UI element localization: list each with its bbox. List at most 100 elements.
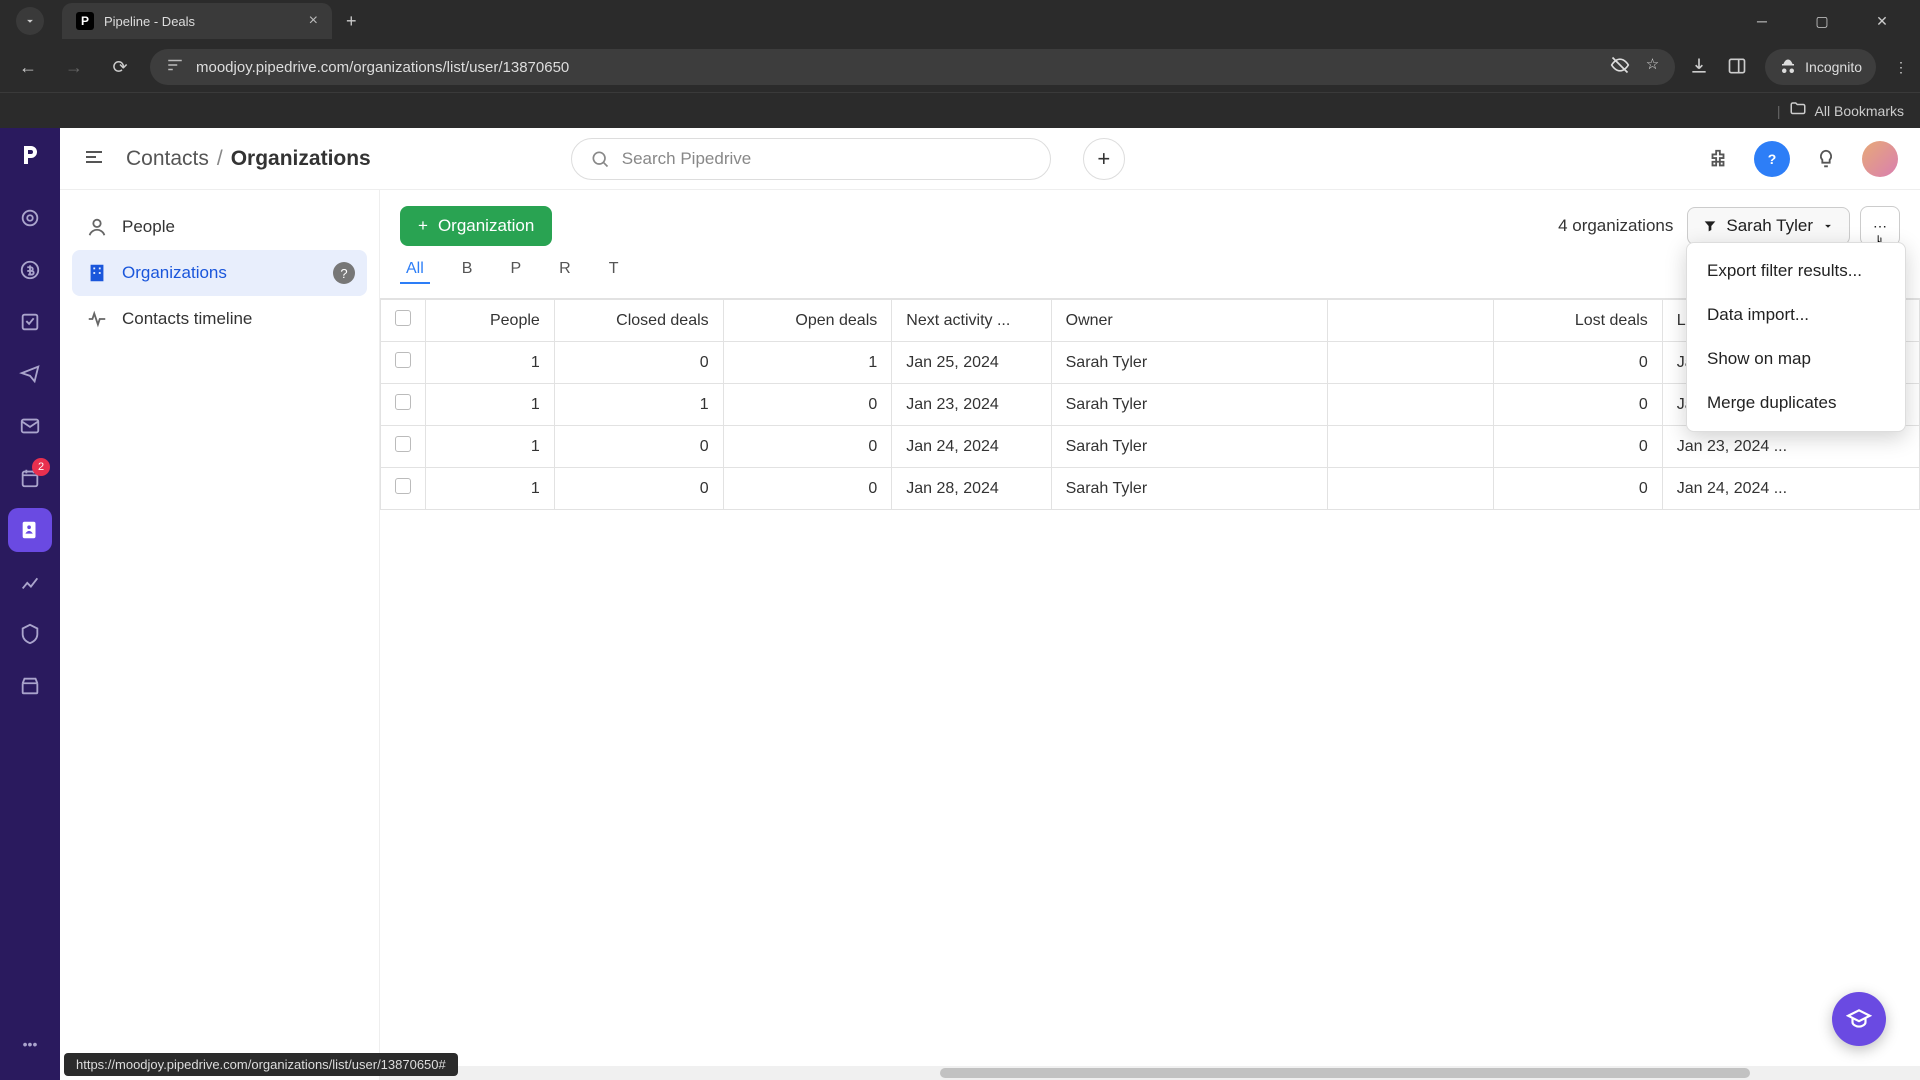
cell-closed: 0	[554, 468, 723, 510]
all-bookmarks-link[interactable]: All Bookmarks	[1815, 103, 1904, 119]
app-root: 2 ••• Contacts / Organizations Search Pi…	[0, 128, 1920, 1080]
browser-tab[interactable]: P Pipeline - Deals ×	[62, 3, 332, 39]
folder-icon	[1789, 100, 1807, 121]
rail-deals[interactable]	[8, 248, 52, 292]
col-owner[interactable]: Owner	[1051, 300, 1327, 342]
browser-reload-button[interactable]: ⟳	[104, 57, 136, 78]
tab-search-button[interactable]	[16, 7, 44, 35]
sidebar-item-label: Contacts timeline	[122, 309, 252, 329]
sidebar-item-timeline[interactable]: Contacts timeline	[72, 296, 367, 342]
letter-tab-t[interactable]: T	[603, 256, 625, 284]
search-icon	[590, 149, 610, 169]
menu-show-on-map[interactable]: Show on map	[1687, 337, 1905, 381]
main-area: Contacts / Organizations Search Pipedriv…	[60, 128, 1920, 1080]
site-settings-icon[interactable]	[166, 56, 184, 78]
scrollbar-thumb[interactable]	[940, 1068, 1750, 1078]
incognito-icon	[1779, 58, 1797, 76]
cell-owner: Sarah Tyler	[1051, 468, 1327, 510]
tab-close-button[interactable]: ×	[309, 12, 318, 30]
col-closed-deals[interactable]: Closed deals	[554, 300, 723, 342]
table-row[interactable]: 1 0 0 Jan 28, 2024 Sarah Tyler 0 Jan 24,…	[381, 468, 1920, 510]
add-organization-button[interactable]: + Organization	[400, 206, 552, 246]
filter-dropdown[interactable]: Sarah Tyler	[1687, 207, 1850, 245]
rail-leads[interactable]	[8, 196, 52, 240]
rail-activities[interactable]: 2	[8, 456, 52, 500]
help-button[interactable]: ?	[1754, 141, 1790, 177]
menu-data-import[interactable]: Data import...	[1687, 293, 1905, 337]
content-row: People Organizations ? Contacts timeline…	[60, 190, 1920, 1080]
window-minimize-button[interactable]: ─	[1744, 13, 1780, 30]
rail-more[interactable]: •••	[8, 1022, 52, 1066]
extensions-icon[interactable]	[1700, 141, 1736, 177]
pipedrive-logo[interactable]	[15, 140, 45, 170]
rail-products[interactable]	[8, 612, 52, 656]
tips-icon[interactable]	[1808, 141, 1844, 177]
browser-menu-button[interactable]: ⋮	[1894, 59, 1908, 76]
cell-open: 1	[723, 342, 892, 384]
window-close-button[interactable]: ✕	[1864, 13, 1900, 30]
letter-tab-all[interactable]: All	[400, 256, 430, 284]
browser-back-button[interactable]: ←	[12, 57, 44, 78]
incognito-indicator[interactable]: Incognito	[1765, 49, 1876, 85]
sidebar-item-organizations[interactable]: Organizations ?	[72, 250, 367, 296]
browser-chrome: P Pipeline - Deals × + ─ ▢ ✕ ← → ⟳ moodj…	[0, 0, 1920, 128]
window-maximize-button[interactable]: ▢	[1804, 13, 1840, 30]
col-open-deals[interactable]: Open deals	[723, 300, 892, 342]
cell-open: 0	[723, 426, 892, 468]
cell-next: Jan 28, 2024	[892, 468, 1051, 510]
rail-insights[interactable]	[8, 560, 52, 604]
cell-owner: Sarah Tyler	[1051, 384, 1327, 426]
search-input[interactable]: Search Pipedrive	[571, 138, 1051, 180]
cell-lost: 0	[1494, 426, 1662, 468]
horizontal-scrollbar[interactable]	[380, 1066, 1920, 1080]
col-lost-deals[interactable]: Lost deals	[1494, 300, 1662, 342]
table-row[interactable]: 1 0 0 Jan 24, 2024 Sarah Tyler 0 Jan 23,…	[381, 426, 1920, 468]
row-checkbox[interactable]	[381, 426, 426, 468]
letter-tab-p[interactable]: P	[504, 256, 527, 284]
cell-closed: 0	[554, 342, 723, 384]
row-checkbox[interactable]	[381, 468, 426, 510]
rail-campaigns[interactable]	[8, 352, 52, 396]
col-next-activity[interactable]: Next activity ...	[892, 300, 1051, 342]
browser-forward-button[interactable]: →	[58, 57, 90, 78]
row-checkbox[interactable]	[381, 342, 426, 384]
help-tooltip-icon[interactable]: ?	[333, 262, 355, 284]
rail-marketplace[interactable]	[8, 664, 52, 708]
eye-off-icon[interactable]	[1610, 55, 1630, 79]
col-blank[interactable]	[1327, 300, 1494, 342]
sidebar-toggle[interactable]	[82, 145, 106, 172]
rail-contacts[interactable]	[8, 508, 52, 552]
col-people[interactable]: People	[426, 300, 555, 342]
cell-next: Jan 23, 2024	[892, 384, 1051, 426]
incognito-label: Incognito	[1805, 59, 1862, 75]
person-icon	[86, 216, 108, 238]
chevron-down-icon	[23, 14, 37, 28]
menu-export-filter[interactable]: Export filter results...	[1687, 249, 1905, 293]
menu-merge-duplicates[interactable]: Merge duplicates	[1687, 381, 1905, 425]
record-count: 4 organizations	[1558, 216, 1673, 236]
plus-icon: +	[418, 216, 428, 236]
sidebar-item-label: Organizations	[122, 263, 227, 283]
select-all-header[interactable]	[381, 300, 426, 342]
crumb-parent[interactable]: Contacts	[126, 147, 209, 171]
more-actions-button[interactable]: ⋯	[1860, 206, 1900, 246]
new-tab-button[interactable]: +	[346, 11, 357, 32]
cell-people: 1	[426, 342, 555, 384]
sidebar-item-people[interactable]: People	[72, 204, 367, 250]
cell-blank	[1327, 468, 1494, 510]
user-avatar[interactable]	[1862, 141, 1898, 177]
rail-mail[interactable]	[8, 404, 52, 448]
row-checkbox[interactable]	[381, 384, 426, 426]
quick-add-button[interactable]: +	[1083, 138, 1125, 180]
floating-help-button[interactable]	[1832, 992, 1886, 1046]
cell-next: Jan 24, 2024	[892, 426, 1051, 468]
url-text: moodjoy.pipedrive.com/organizations/list…	[196, 59, 569, 76]
letter-tab-r[interactable]: R	[553, 256, 577, 284]
breadcrumb: Contacts / Organizations	[126, 147, 371, 171]
browser-url-field[interactable]: moodjoy.pipedrive.com/organizations/list…	[150, 49, 1675, 85]
bookmark-star-icon[interactable]: ☆	[1646, 55, 1659, 79]
letter-tab-b[interactable]: B	[456, 256, 479, 284]
sidepanel-icon[interactable]	[1727, 56, 1747, 79]
rail-projects[interactable]	[8, 300, 52, 344]
downloads-icon[interactable]	[1689, 56, 1709, 79]
